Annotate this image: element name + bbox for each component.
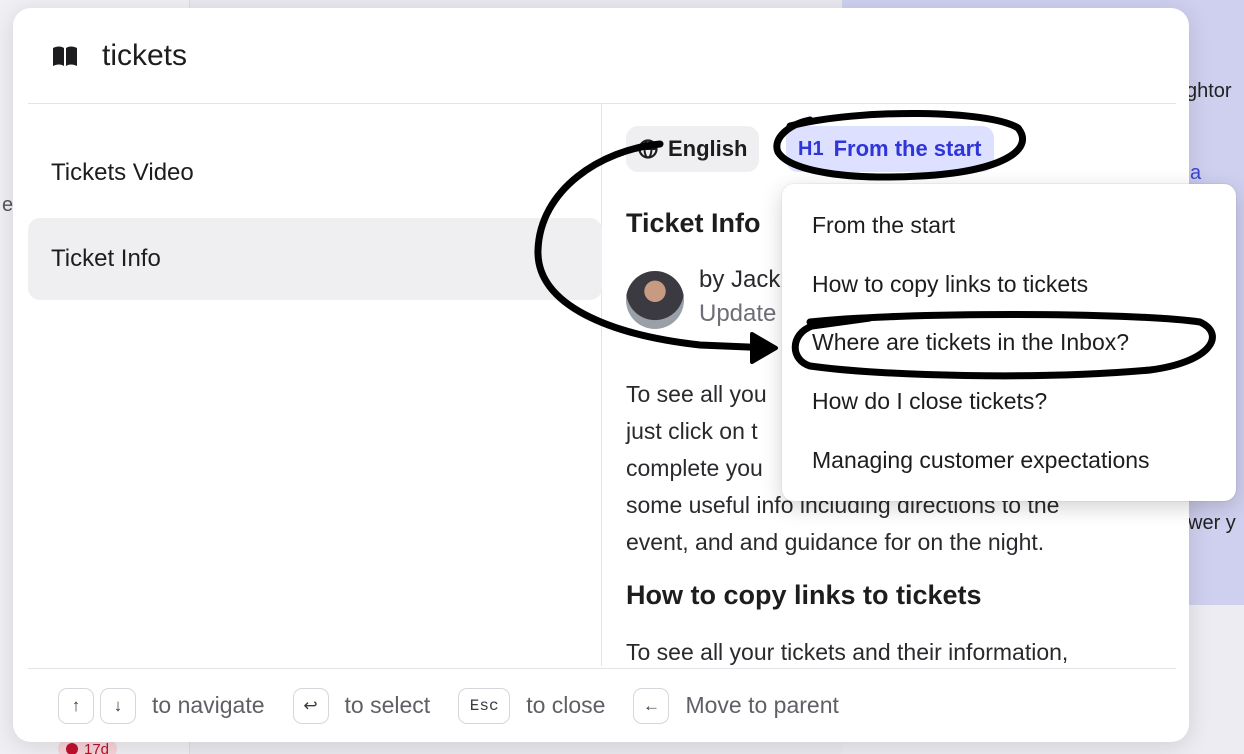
menu-item-tickets-in-inbox[interactable]: Where are tickets in the Inbox? [812, 329, 1129, 356]
arrow-left-key: ← [633, 687, 670, 724]
background-text-fragment-2: wer y [1188, 512, 1236, 534]
parent-hint: Move to parent [685, 692, 839, 718]
navigate-hint: to navigate [152, 692, 265, 718]
arrow-down-key: ↓ [100, 687, 136, 724]
arrow-up-key: ↑ [58, 687, 94, 724]
article-author: by Jack [699, 266, 781, 293]
book-icon [53, 46, 77, 66]
heading-level-tag: H1 [798, 137, 824, 160]
result-label: Tickets Video [51, 159, 194, 186]
menu-item-close-tickets[interactable]: How do I close tickets? [812, 388, 1047, 415]
background-text-fragment-3: e [2, 194, 14, 216]
background-text-fragment: ghtor [1186, 80, 1232, 102]
result-label: Ticket Info [51, 245, 161, 272]
heading-dropdown-menu: From the start How to copy links to tick… [782, 184, 1236, 501]
enter-key: ↩ [292, 687, 329, 724]
select-hint: to select [344, 692, 431, 718]
article-title: Ticket Info [626, 208, 761, 238]
results-list: Tickets Video Ticket Info [28, 104, 602, 666]
article-section-paragraph: To see all your tickets and their inform… [626, 639, 1069, 665]
article-updated: Update [699, 300, 777, 327]
search-bar [28, 8, 1176, 104]
esc-key: Esc [458, 687, 511, 724]
close-hint: to close [526, 692, 606, 718]
result-item-ticket-info[interactable]: Ticket Info [28, 218, 602, 300]
language-chip[interactable]: English [626, 126, 760, 172]
language-chip-label: English [668, 136, 748, 161]
result-item-tickets-video[interactable]: Tickets Video [28, 132, 602, 214]
globe-icon [638, 139, 658, 159]
badge-text: 17d [84, 740, 110, 754]
menu-item-copy-links[interactable]: How to copy links to tickets [812, 271, 1088, 298]
heading-chip-label: From the start [833, 136, 982, 161]
background-link-fragment: a [1190, 162, 1202, 184]
author-avatar [626, 271, 684, 329]
keyboard-hints: ↑ ↓ to navigate ↩ to select Esc to close… [28, 668, 1176, 742]
menu-item-from-the-start[interactable]: From the start [812, 212, 955, 239]
status-dot-icon [66, 743, 78, 754]
search-input[interactable] [102, 38, 702, 73]
menu-item-customer-expectations[interactable]: Managing customer expectations [812, 447, 1150, 474]
heading-jump-chip[interactable]: H1 From the start [786, 126, 994, 172]
article-section-heading: How to copy links to tickets [626, 580, 982, 610]
